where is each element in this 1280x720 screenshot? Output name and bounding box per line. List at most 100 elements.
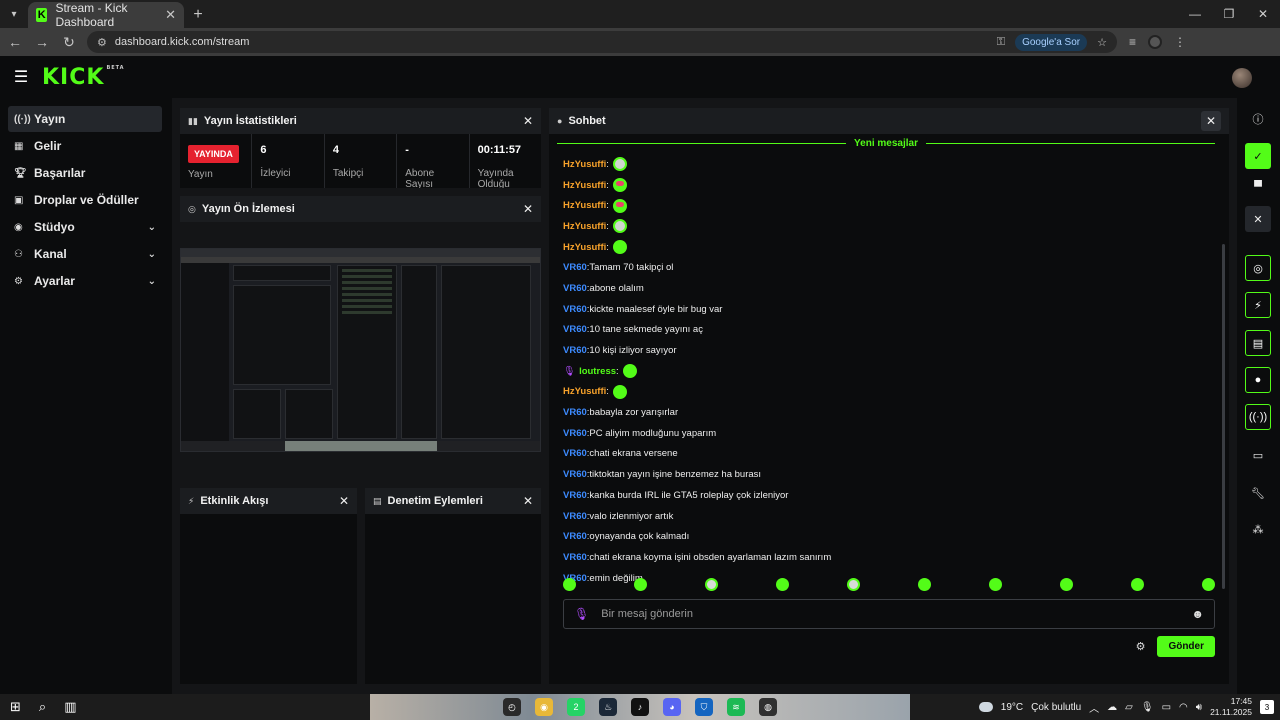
chat-username[interactable]: VR60	[563, 345, 587, 356]
minimize-button[interactable]: —	[1178, 0, 1212, 28]
site-info-icon[interactable]: ⚙	[97, 36, 107, 49]
chat-message[interactable]: VR60: kickte maalesef öyle bir bug var	[563, 299, 1213, 320]
close-icon[interactable]: ✕	[523, 494, 533, 508]
quick-emote-icon[interactable]	[1060, 578, 1073, 591]
user-avatar[interactable]	[1232, 68, 1252, 88]
chat-message[interactable]: HzYusuffi:	[563, 237, 1213, 258]
chat-message[interactable]: VR60: 10 kişi izliyor sayıyor	[563, 340, 1213, 361]
quick-emote-icon[interactable]	[918, 578, 931, 591]
chat-username[interactable]: VR60	[563, 511, 587, 522]
chat-message[interactable]: HzYusuffi:	[563, 382, 1213, 403]
quick-emote-icon[interactable]	[705, 578, 718, 591]
broadcast-icon[interactable]: ((·))	[1245, 404, 1271, 430]
weather-temp[interactable]: 19°C	[1001, 702, 1023, 713]
chat-message[interactable]: VR60: PC aliyim modluğunu yaparım	[563, 423, 1213, 444]
sidebar-item-gelir[interactable]: ▦ Gelir	[8, 133, 162, 159]
network-icon[interactable]: ▱	[1125, 702, 1133, 713]
chat-username[interactable]: VR60	[563, 552, 587, 563]
emoji-picker-icon[interactable]: ☻	[1191, 607, 1204, 621]
chat-username[interactable]: VR60	[563, 262, 587, 273]
chat-username[interactable]: HzYusuffi	[563, 242, 606, 253]
quick-emote-icon[interactable]	[776, 578, 789, 591]
chat-username[interactable]: VR60	[563, 448, 587, 459]
chat-icon[interactable]: ●	[1245, 367, 1271, 393]
sidebar-item-yayin[interactable]: ((·)) Yayın	[8, 106, 162, 132]
chat-username[interactable]: HzYusuffi	[563, 200, 606, 211]
chat-username[interactable]: VR60	[563, 490, 587, 501]
window-close-button[interactable]: ✕	[1246, 0, 1280, 28]
chat-message[interactable]: VR60: 10 tane sekmede yayını aç	[563, 320, 1213, 341]
chat-message[interactable]: HzYusuffi:	[563, 195, 1213, 216]
panel-header[interactable]: ◎ Yayın Ön İzlemesi ✕	[180, 196, 541, 222]
chat-message[interactable]: VR60: valo izlenmiyor artık	[563, 506, 1213, 527]
spotify-icon[interactable]: ≋	[727, 698, 745, 716]
chat-username[interactable]: VR60	[563, 324, 587, 335]
sidebar-item-kanal[interactable]: ⚇ Kanal ⌄	[8, 241, 162, 267]
password-key-icon[interactable]: ⚿	[997, 36, 1005, 49]
chat-username[interactable]: VR60	[563, 407, 587, 418]
bolt-icon[interactable]: ⚡︎	[1245, 292, 1271, 318]
chat-input[interactable]: 🎙︎ Bir mesaj gönderin ☻	[563, 599, 1215, 629]
notification-icon[interactable]: 3	[1260, 700, 1274, 714]
document-icon[interactable]: ▤	[1245, 330, 1271, 356]
sidebar-item-basarilar[interactable]: 🏆︎ Başarılar	[8, 160, 162, 186]
camera-icon[interactable]: ◎	[1245, 255, 1271, 281]
address-bar[interactable]: ⚙ dashboard.kick.com/stream ⚿ Google'a S…	[87, 31, 1117, 53]
google-ask-button[interactable]: Google'a Sor	[1015, 33, 1088, 51]
media-control-icon[interactable]: ≡	[1129, 35, 1136, 49]
tray-chevron-icon[interactable]: ︿	[1089, 700, 1099, 715]
chat-message[interactable]: HzYusuffi:	[563, 154, 1213, 175]
shield-app-icon[interactable]: ⛉	[695, 698, 713, 716]
chat-messages[interactable]: Yeni mesajlar HzYusuffi: HzYusuffi: HzYu…	[549, 134, 1229, 592]
close-icon[interactable]: ✕	[1245, 206, 1271, 232]
chat-username[interactable]: VR60	[563, 428, 587, 439]
send-button[interactable]: Gönder	[1157, 635, 1215, 657]
obs-icon[interactable]: ◍	[759, 698, 777, 716]
windows-start-icon[interactable]: ⊞	[10, 699, 21, 715]
onedrive-icon[interactable]: ☁	[1107, 702, 1117, 713]
chat-username[interactable]: HzYusuffi	[563, 180, 606, 191]
close-icon[interactable]: ✕	[339, 494, 349, 508]
panel-header[interactable]: ▮▮ Yayın İstatistikleri ✕	[180, 108, 541, 134]
task-view-icon[interactable]: ▥	[64, 699, 76, 715]
panel-header[interactable]: ▤ Denetim Eylemleri ✕	[365, 488, 541, 514]
whatsapp-icon[interactable]: 2	[567, 698, 585, 716]
mic-tray-icon[interactable]: 🎙︎	[1141, 702, 1154, 713]
sidebar-item-studyo[interactable]: ◉ Stüdyo ⌄	[8, 214, 162, 240]
bookmark-star-icon[interactable]: ☆	[1097, 36, 1107, 49]
volume-icon[interactable]: 🔊︎	[1196, 702, 1202, 713]
discord-icon[interactable]: ◕	[663, 698, 681, 716]
tiktok-icon[interactable]: ♪	[631, 698, 649, 716]
chat-message[interactable]: VR60: chati ekrana versene	[563, 444, 1213, 465]
browser-menu-icon[interactable]: ⋮	[1174, 35, 1186, 49]
quick-emote-icon[interactable]	[634, 578, 647, 591]
close-icon[interactable]: ✕	[1201, 111, 1221, 131]
chat-username[interactable]: HzYusuffi	[563, 386, 606, 397]
printer-icon[interactable]: ▭	[1245, 442, 1271, 468]
sidebar-item-ayarlar[interactable]: ⚙ Ayarlar ⌄	[8, 268, 162, 294]
quick-emote-icon[interactable]	[989, 578, 1002, 591]
quick-emote-icon[interactable]	[847, 578, 860, 591]
tab-close-icon[interactable]: ✕	[165, 7, 176, 23]
profile-avatar[interactable]	[1148, 35, 1163, 49]
browser-tab[interactable]: K Stream - Kick Dashboard ✕	[28, 1, 184, 29]
chat-username[interactable]: VR60	[563, 283, 587, 294]
chat-username[interactable]: VR60	[563, 531, 587, 542]
chat-message[interactable]: VR60: kanka burda IRL ile GTA5 roleplay …	[563, 485, 1213, 506]
chat-username[interactable]: HzYusuffi	[563, 159, 606, 170]
chat-username[interactable]: loutress	[579, 366, 616, 377]
chat-settings-icon[interactable]: ⚙	[1136, 640, 1146, 653]
chat-username[interactable]: VR60	[563, 469, 587, 480]
stream-preview-video[interactable]	[180, 248, 541, 452]
quick-emote-icon[interactable]	[1202, 578, 1215, 591]
panel-header[interactable]: ● Sohbet ✕	[549, 108, 1229, 134]
kick-logo[interactable]: KICK BETA	[42, 65, 125, 90]
monitor-icon[interactable]: ▭	[1162, 702, 1171, 713]
chat-message[interactable]: 🎙︎ loutress:	[563, 361, 1213, 382]
chat-message[interactable]: VR60: abone olalım	[563, 278, 1213, 299]
hamburger-menu-icon[interactable]: ☰	[0, 67, 42, 87]
chrome-icon[interactable]: ◉	[535, 698, 553, 716]
info-icon[interactable]: ⓘ	[1245, 106, 1271, 132]
wrench-icon[interactable]: 🔧︎	[1245, 480, 1271, 506]
chat-message[interactable]: HzYusuffi:	[563, 216, 1213, 237]
